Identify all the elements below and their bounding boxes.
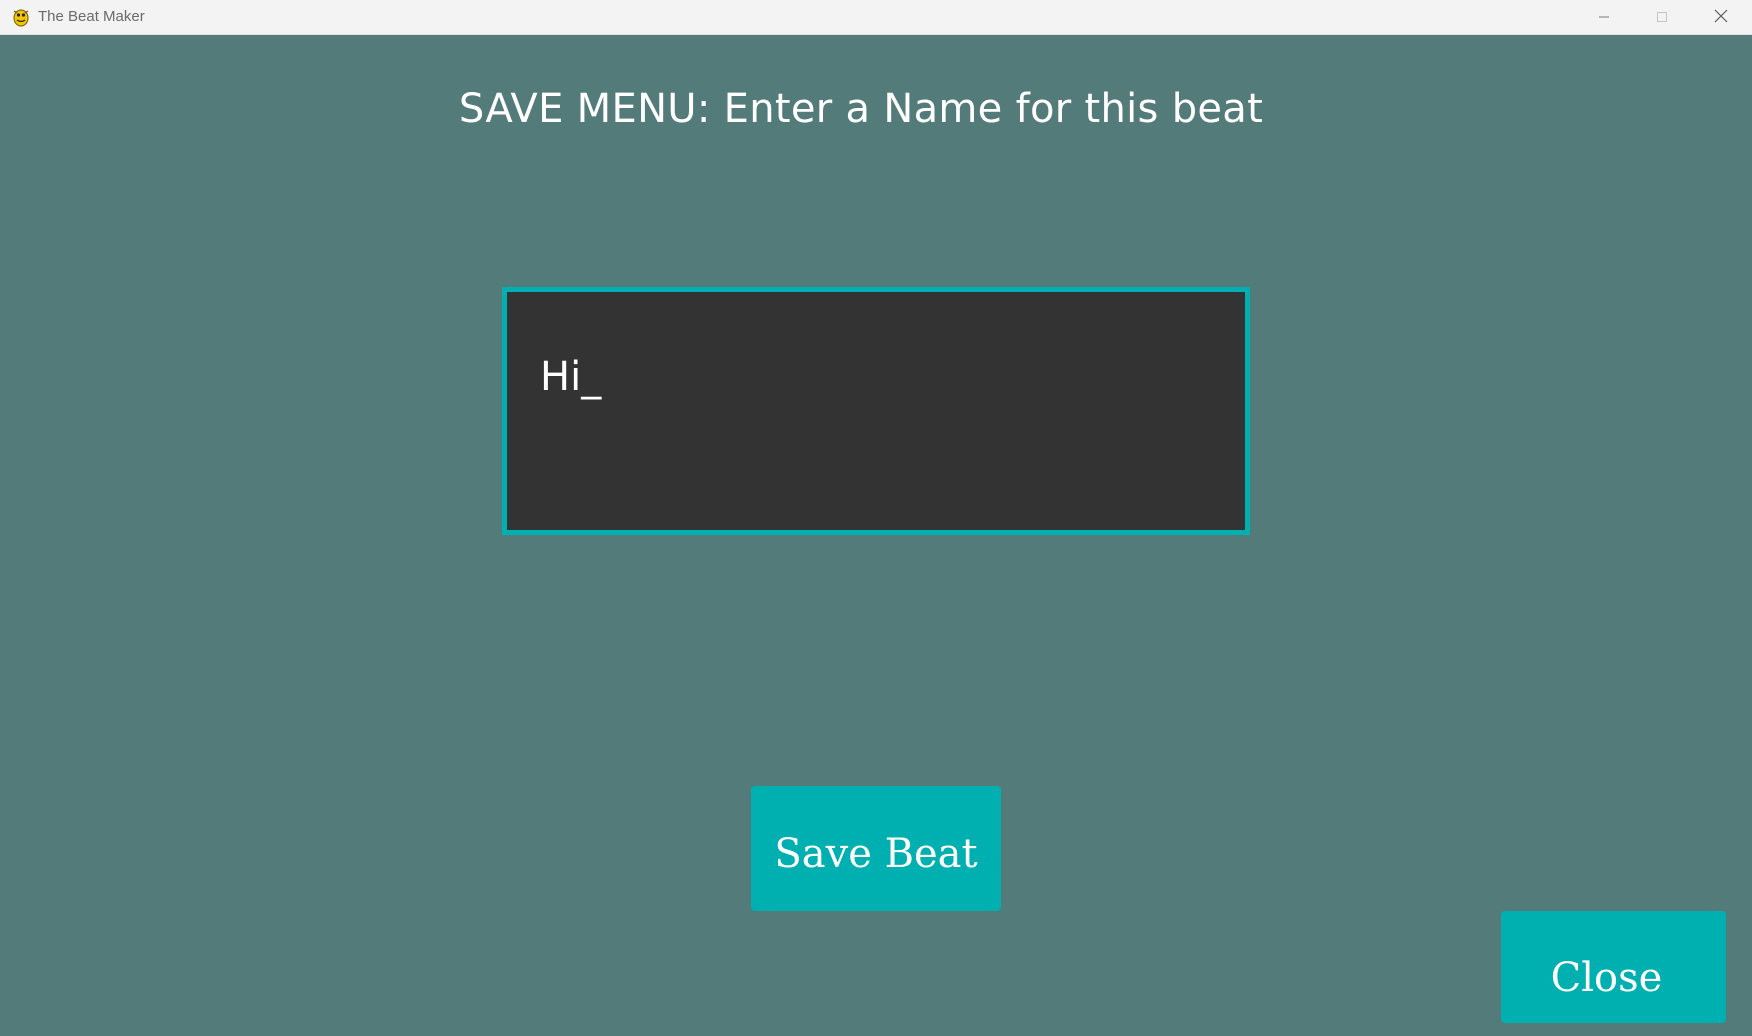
save-menu-heading: SAVE MENU: Enter a Name for this beat [458, 86, 1264, 132]
save-beat-button[interactable]: Save Beat [751, 786, 1001, 911]
close-button[interactable]: Close [1501, 911, 1726, 1023]
close-icon [1714, 8, 1728, 27]
maximize-button[interactable] [1633, 0, 1691, 35]
title-bar[interactable]: The Beat Maker [0, 0, 1752, 35]
close-window-button[interactable] [1692, 0, 1750, 35]
window-title: The Beat Maker [38, 8, 145, 25]
beat-name-input[interactable]: Hi_ [502, 287, 1250, 535]
pygame-snake-icon [11, 7, 31, 27]
maximize-icon [1656, 8, 1668, 27]
close-label: Close [1550, 955, 1663, 1001]
minimize-button[interactable] [1575, 0, 1633, 35]
beat-maker-window: The Beat Maker SAVE MENU: Enter a Name f… [0, 0, 1752, 1036]
beat-name-value: Hi_ [540, 354, 602, 400]
save-beat-label: Save Beat [774, 830, 978, 877]
minimize-icon [1598, 8, 1610, 27]
